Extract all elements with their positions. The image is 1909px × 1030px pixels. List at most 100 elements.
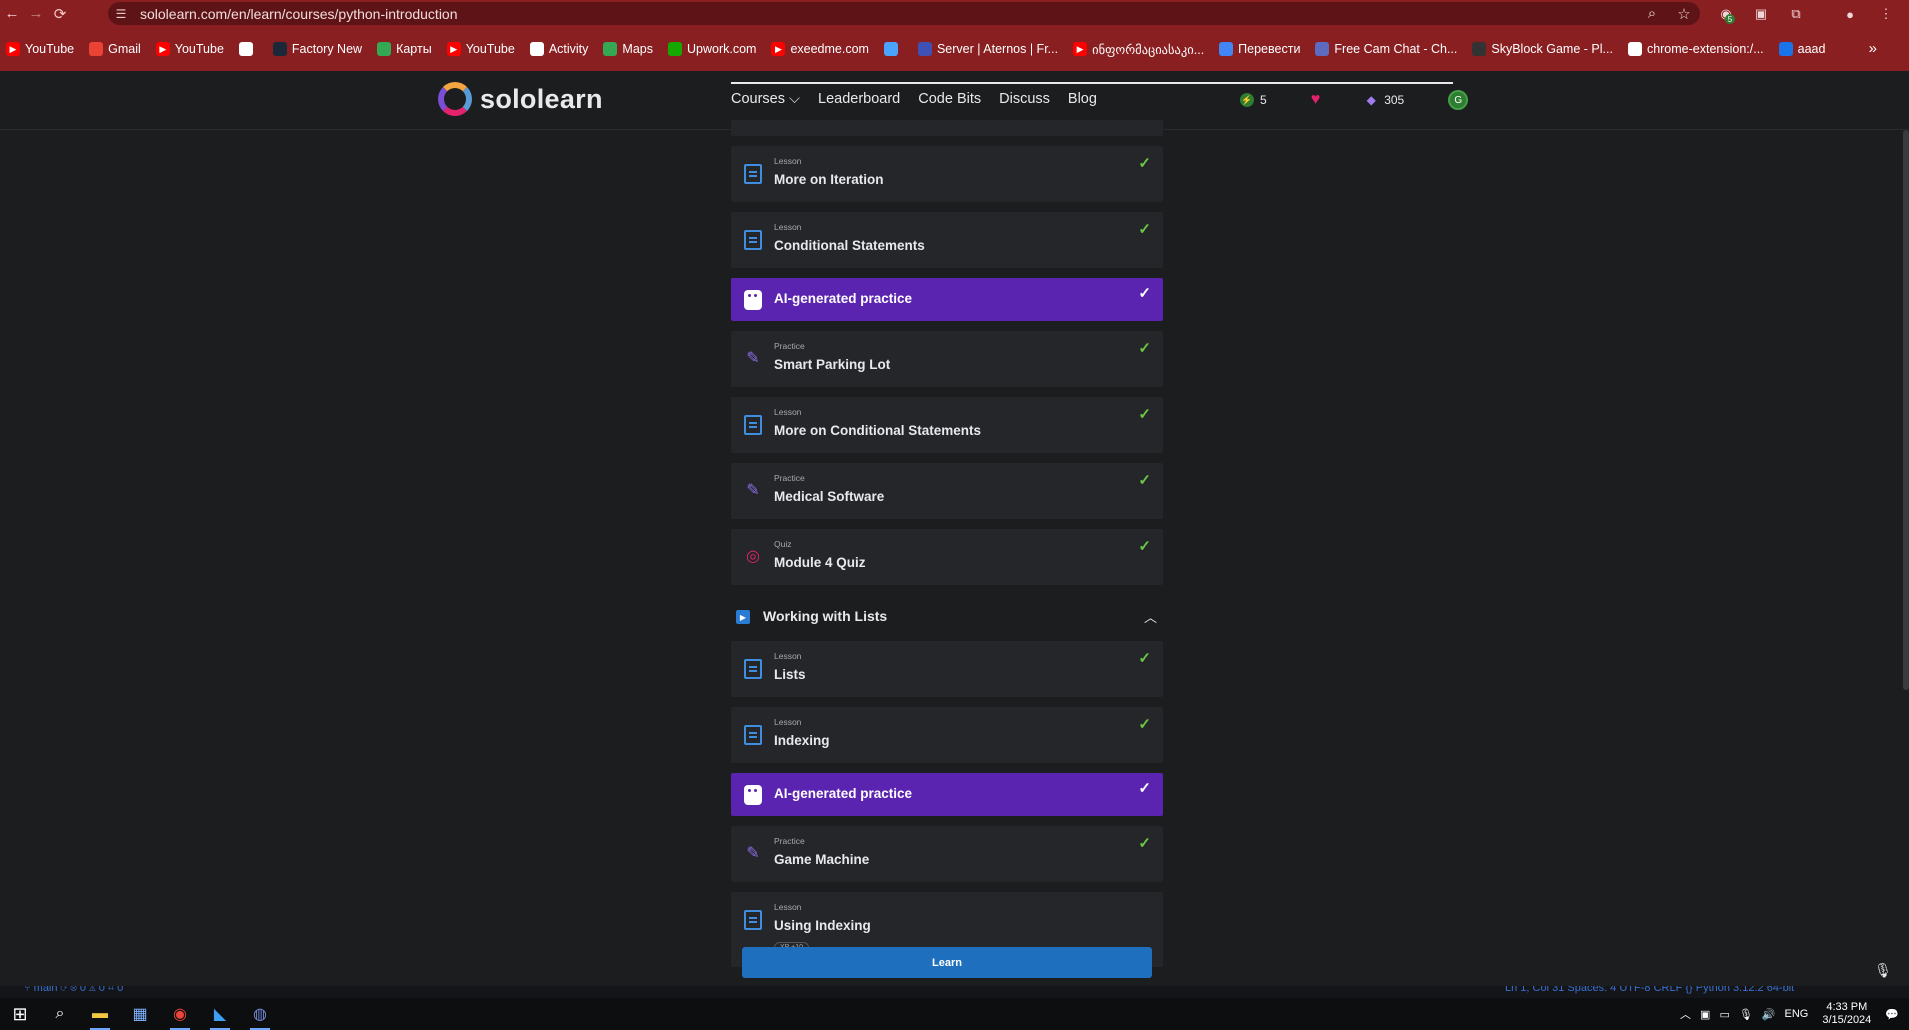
network-icon[interactable]: ▭ bbox=[1719, 1008, 1729, 1021]
discord-icon[interactable]: ◍ bbox=[240, 998, 280, 1030]
pencil-icon: ✎ bbox=[746, 350, 760, 367]
bookmark-item[interactable]: Карты bbox=[377, 42, 432, 56]
bookmark-star-icon[interactable]: ☆ bbox=[1668, 5, 1700, 23]
lesson-card[interactable]: Lesson Conditional Statements ✓ bbox=[731, 212, 1163, 268]
logo-wordmark: sololearn bbox=[480, 83, 603, 114]
extension-icon-2[interactable]: ▣ bbox=[1751, 4, 1771, 24]
puzzle-extensions-icon[interactable]: ⧉ bbox=[1786, 4, 1806, 24]
language-indicator[interactable]: ENG bbox=[1785, 1008, 1809, 1020]
clock-time: 4:33 PM bbox=[1826, 1001, 1868, 1013]
microphone-icon[interactable]: 🎙 bbox=[1872, 962, 1894, 984]
robot-icon bbox=[744, 290, 762, 310]
bookmark-item[interactable]: SkyBlock Game - Pl... bbox=[1472, 42, 1613, 56]
lesson-icon bbox=[744, 659, 762, 679]
bookmark-item[interactable]: Factory New bbox=[272, 42, 362, 56]
bookmark-item[interactable]: ▶ YouTube bbox=[6, 42, 74, 56]
streak-counter[interactable]: ⚡ 5 bbox=[1240, 93, 1267, 107]
windows-start-icon[interactable]: ⊞ bbox=[0, 998, 40, 1030]
bookmark-label: Maps bbox=[622, 42, 653, 56]
file-explorer-icon[interactable]: ▬ bbox=[80, 998, 120, 1030]
item-kind: Lesson bbox=[774, 222, 802, 232]
tray-chevron-icon[interactable]: ︿ bbox=[1680, 1006, 1691, 1022]
browser-toolbar: ← → ⟳ ☰ sololearn.com/en/learn/courses/p… bbox=[0, 0, 1909, 27]
nav-discuss[interactable]: Discuss bbox=[999, 91, 1050, 107]
lesson-card[interactable]: Lesson More on Conditional Statements ✓ bbox=[731, 397, 1163, 453]
quiz-card[interactable]: ◎ Quiz Module 4 Quiz ✓ bbox=[731, 529, 1163, 585]
tray-app-icon[interactable]: ▣ bbox=[1700, 1008, 1710, 1021]
chrome-icon[interactable]: ◉ bbox=[160, 998, 200, 1030]
clock[interactable]: 4:33 PM 3/15/2024 bbox=[1822, 1001, 1871, 1027]
sololearn-logo[interactable]: sololearn bbox=[438, 82, 603, 116]
url-text[interactable]: sololearn.com/en/learn/courses/python-in… bbox=[140, 6, 1636, 22]
forward-arrow-icon[interactable]: → bbox=[24, 0, 48, 27]
main-nav: Courses ⌵ Leaderboard Code Bits Discuss … bbox=[731, 91, 1115, 107]
vscode-status-bar: ⑂ main ⟳ ⊗ 0 ⚠ 0 ⌗ 0 Ln 1, Col 31 Spaces… bbox=[0, 986, 1909, 998]
back-arrow-icon[interactable]: ← bbox=[0, 0, 24, 27]
mic-tray-icon[interactable]: 🎙 bbox=[1739, 1008, 1753, 1021]
zoom-search-icon[interactable]: ⌕ bbox=[1636, 5, 1668, 22]
bookmark-item[interactable]: aaad bbox=[1778, 42, 1825, 56]
chevron-up-icon[interactable]: ︿ bbox=[1144, 607, 1157, 626]
avatar[interactable]: G bbox=[1448, 90, 1469, 110]
bookmarks-overflow-icon[interactable]: » bbox=[1869, 40, 1877, 57]
gems-counter[interactable]: ◆ 305 bbox=[1364, 93, 1405, 107]
bookmark-item[interactable] bbox=[883, 42, 903, 56]
hearts-counter[interactable]: ♥ bbox=[1311, 91, 1321, 109]
module-header[interactable]: ▶ Working with Lists ︿ bbox=[731, 595, 1163, 639]
nav-leaderboard[interactable]: Leaderboard bbox=[818, 91, 900, 107]
bookmark-item[interactable]: Activity bbox=[529, 42, 588, 56]
ai-practice-card[interactable]: AI-generated practice ✓ bbox=[731, 773, 1163, 816]
volume-icon[interactable]: 🔊 bbox=[1762, 1008, 1776, 1021]
bookmark-item[interactable]: ▶ YouTube bbox=[446, 42, 515, 56]
lesson-card[interactable]: Lesson Indexing ✓ bbox=[731, 707, 1163, 763]
search-icon[interactable]: ⌕ bbox=[40, 998, 80, 1030]
bookmark-item[interactable]: Maps bbox=[603, 42, 653, 56]
status-left: ⑂ main ⟳ ⊗ 0 ⚠ 0 ⌗ 0 bbox=[24, 986, 124, 994]
bookmark-item[interactable]: Gmail bbox=[89, 42, 141, 56]
practice-card[interactable]: ✎ Practice Game Machine ✓ bbox=[731, 826, 1163, 882]
streak-value: 5 bbox=[1260, 93, 1267, 107]
item-title: Indexing bbox=[774, 733, 830, 748]
nav-blog[interactable]: Blog bbox=[1068, 91, 1097, 107]
bookmark-label: Карты bbox=[396, 42, 432, 56]
lesson-card[interactable]: Lesson Lists ✓ bbox=[731, 641, 1163, 697]
lesson-card[interactable]: Lesson More on Iteration ✓ bbox=[731, 146, 1163, 202]
bookmark-item[interactable]: Перевести bbox=[1219, 42, 1300, 56]
item-kind: Practice bbox=[774, 836, 805, 846]
page-scrollbar[interactable] bbox=[1903, 130, 1909, 690]
menu-kebab-icon[interactable]: ⋮ bbox=[1876, 4, 1896, 24]
store-icon[interactable]: ▦ bbox=[120, 998, 160, 1030]
bookmark-item[interactable]: chrome-extension:/... bbox=[1627, 42, 1764, 56]
bookmark-item[interactable]: ▶ exeedme.com bbox=[771, 42, 869, 56]
learn-button[interactable]: Learn bbox=[742, 947, 1152, 978]
checkmark-icon: ✓ bbox=[1138, 155, 1151, 172]
bookmark-item[interactable]: ▶ YouTube bbox=[155, 42, 224, 56]
nav-courses[interactable]: Courses ⌵ bbox=[731, 91, 800, 107]
practice-card[interactable]: ✎ Practice Medical Software ✓ bbox=[731, 463, 1163, 519]
reload-icon[interactable]: ⟳ bbox=[48, 0, 72, 27]
bookmark-item[interactable]: ▶ ინფორმაციასაკი... bbox=[1073, 42, 1204, 57]
nav-code-bits[interactable]: Code Bits bbox=[918, 91, 981, 107]
header-underline bbox=[731, 82, 1453, 84]
bookmark-label: Перевести bbox=[1238, 42, 1301, 56]
bookmark-label: Upwork.com bbox=[686, 42, 757, 56]
gems-value: 305 bbox=[1384, 93, 1405, 107]
practice-card[interactable]: ✎ Practice Smart Parking Lot ✓ bbox=[731, 331, 1163, 387]
address-bar[interactable]: ☰ sololearn.com/en/learn/courses/python-… bbox=[108, 2, 1700, 25]
profile-icon[interactable]: ● bbox=[1840, 4, 1860, 24]
site-settings-icon[interactable]: ☰ bbox=[108, 7, 134, 21]
bookmark-item[interactable]: Upwork.com bbox=[667, 42, 757, 56]
maps-pin-icon bbox=[603, 42, 618, 56]
bookmark-item[interactable]: Server | Aternos | Fr... bbox=[917, 42, 1058, 56]
checkmark-icon: ✓ bbox=[1138, 835, 1151, 852]
globe-icon bbox=[529, 42, 544, 56]
system-tray: ︿ ▣ ▭ 🎙 🔊 ENG 4:33 PM 3/15/2024 💬 bbox=[1671, 998, 1899, 1030]
bookmark-item[interactable]: Free Cam Chat - Ch... bbox=[1315, 42, 1457, 56]
bookmark-item[interactable] bbox=[238, 42, 258, 56]
checkmark-icon: ✓ bbox=[1138, 780, 1151, 797]
notifications-icon[interactable]: 💬 bbox=[1885, 1008, 1899, 1021]
vscode-icon[interactable]: ◣ bbox=[200, 998, 240, 1030]
ai-practice-card[interactable]: AI-generated practice ✓ bbox=[731, 278, 1163, 321]
module-items: Lesson More on Iteration ✓ Lesson Conditiona… bbox=[731, 146, 1163, 585]
module-title: Working with Lists bbox=[763, 608, 888, 624]
